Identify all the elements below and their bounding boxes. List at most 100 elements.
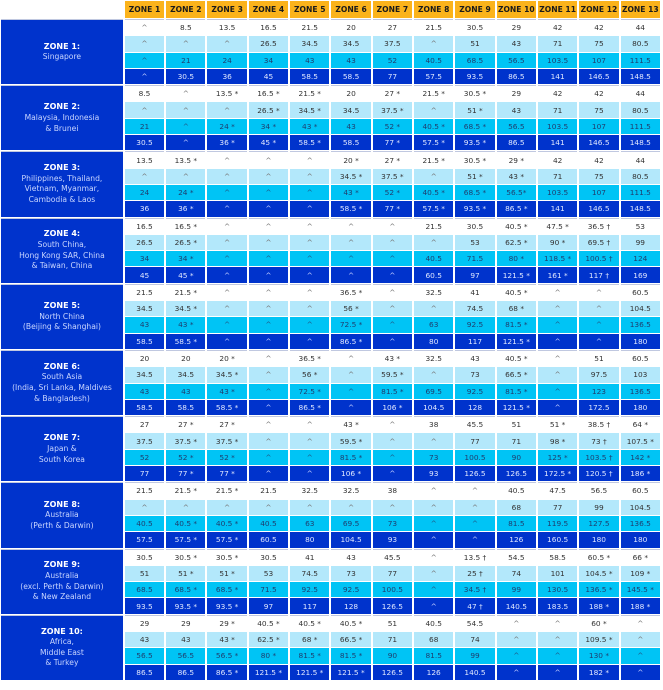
rate-cell: 73 † [579,433,619,449]
rate-cell: 32.5 [331,482,371,499]
rate-cell: 45 [248,68,289,85]
rate-cell: ^ [166,135,206,151]
rate-cell: ^ [290,168,330,184]
rate-cell: ^ [207,102,247,118]
rate-cell: 34 [124,251,165,267]
rate-cell: 81.5 [496,515,536,532]
zone-name: ZONE 2: [43,102,81,112]
rate-cell: ^ [290,466,330,482]
rate-cell: ^ [248,251,289,267]
rate-cell: 104.5 * [579,565,619,582]
rate-cell: 58.5 * [290,135,330,151]
rate-cell: 52 * [372,118,413,135]
rate-cell: 60.5 [620,482,660,499]
rate-cell: 100.5 [372,582,413,598]
rate-cell: 43 * [207,383,247,399]
rate-cell: 43 [124,383,165,399]
rate-cell: 42 [579,85,619,102]
rate-cell: 93.5 * [455,135,495,151]
rate-cell: 60.5 [414,267,454,283]
rate-cell: 75 [579,36,619,52]
rate-cell: 40.5 * [496,217,536,234]
rate-cell: 81.5 * [290,648,330,664]
rate-cell: 141 [537,135,578,151]
rate-cell: ^ [207,151,247,168]
rate-cell: 30.5 [455,217,495,234]
rate-cell: 71 [537,168,578,184]
rate-cell: 40.5 [496,482,536,499]
rate-cell: ^ [455,532,495,548]
rate-cell: 21.5 [124,482,165,499]
rate-cell: 127.5 [579,515,619,532]
rate-cell: 40.5 * [290,614,330,631]
table-row: ZONE 8: Australia (Perth & Darwin) 21.5 21.… [1,482,660,548]
rate-cell: 21.5 [414,217,454,234]
rate-cell: 30.5 [455,19,495,36]
rate-cell: ^ [414,102,454,118]
rate-cell: 107 [579,184,619,201]
rate-cell: ^ [372,433,413,449]
rate-cell: 103.5 † [579,449,619,466]
rate-cell: 148.5 [620,201,660,217]
rate-cell: ^ [537,333,578,349]
rate-cell: ^ [166,168,206,184]
rate-cell: 8.5 [124,85,165,102]
rate-cell: 86.5 * [207,664,247,680]
rate-cell: 77 [537,499,578,515]
rate-cell: 47 † [455,598,495,614]
rate-cell: ^ [496,614,536,631]
rate-cell: 66.5 * [331,631,371,648]
rate-cell: ^ [331,234,371,251]
rate-cell: ^ [372,499,413,515]
rate-cell: 52 [124,449,165,466]
rate-cell: 56.5 [496,52,536,68]
rate-cell: ^ [290,201,330,217]
rate-cell: 136.5 [620,515,660,532]
rate-cell: 71 [537,102,578,118]
rate-cell: 121.5 * [331,664,371,680]
rate-cell: 21.5 * [166,283,206,301]
rate-cell: 90 * [537,234,578,251]
rate-cell: 58.5 [124,399,165,416]
rate-cell: 42 [537,19,578,36]
rate-cell: 43 [496,102,536,118]
rate-cell: 32.5 [414,283,454,301]
rate-cell: 21.5 [290,19,330,36]
rate-cell: 92.5 [331,582,371,598]
rate-cell: 43 * [372,349,413,367]
rate-cell: 34 [248,52,289,68]
rate-cell: 57.5 * [414,135,454,151]
rate-cell: 34.5 * [331,168,371,184]
rate-cell: 63 [290,515,330,532]
rate-cell: 183.5 [537,598,578,614]
rate-cell: ^ [207,333,247,349]
rate-cell: ^ [372,301,413,317]
rate-cell: 45 [124,267,165,283]
rate-cell: 100.5 † [579,251,619,267]
rate-cell: 30.5 * [455,85,495,102]
rate-cell: 21.5 * [414,85,454,102]
rate-cell: 77 [372,565,413,582]
rate-cell: ^ [372,283,413,301]
rate-cell: 26.5 * [248,102,289,118]
rate-cell: 80 * [496,251,536,267]
rate-cell: 99 [579,499,619,515]
rate-cell: 125 * [537,449,578,466]
rate-cell: 30.5 * [207,548,247,565]
rate-cell: 92.5 [290,582,330,598]
rate-cell: 103 [620,367,660,383]
rate-cell: ^ [537,367,578,383]
rate-cell: 92.5 [455,383,495,399]
rate-cell: 77 * [372,135,413,151]
rate-cell: ^ [331,499,371,515]
rate-cell: ^ [579,333,619,349]
rate-cell: 13.5 * [166,151,206,168]
table-row: ZONE 1: Singapore ^ 8.5 13.5 16.5 21.5 20 27 21.5… [1,19,660,85]
rate-cell: 37.5 [124,433,165,449]
rate-cell: 34.5 [166,367,206,383]
rate-cell: 30.5 [124,135,165,151]
rate-cell: 43 [331,52,371,68]
rate-cell: 41 [455,283,495,301]
rate-cell: 58.5 [166,399,206,416]
rate-cell: 42 [579,151,619,168]
